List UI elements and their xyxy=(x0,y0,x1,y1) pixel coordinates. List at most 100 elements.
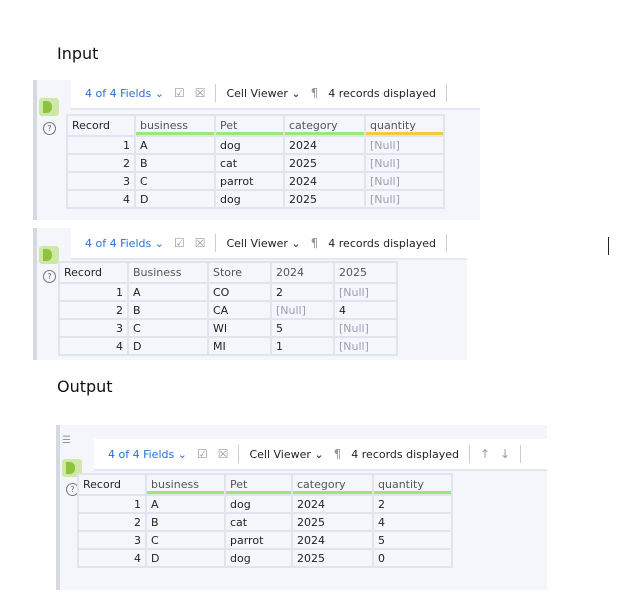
table-row[interactable]: 3 Cparrot 2024 5 xyxy=(79,532,451,548)
cell-viewer-dropdown[interactable]: Cell Viewer ⌄ xyxy=(226,237,300,250)
column-header-record[interactable]: Record xyxy=(79,475,145,494)
column-header-store[interactable]: Store xyxy=(209,263,270,282)
column-header-record[interactable]: Record xyxy=(68,116,134,135)
record-number: 1 xyxy=(60,284,127,300)
column-header-quantity[interactable]: quantity xyxy=(374,475,451,494)
arrow-down-icon[interactable]: ↓ xyxy=(500,447,510,461)
toolbar-divider xyxy=(468,445,470,463)
column-header-pet[interactable]: Pet xyxy=(216,116,283,135)
column-header-business[interactable]: business xyxy=(147,475,224,494)
deselect-icon[interactable]: ☒ xyxy=(218,447,229,461)
table-row[interactable]: 4 Ddog 2025 0 xyxy=(79,550,451,566)
fields-dropdown[interactable]: 4 of 4 Fields ⌄ xyxy=(85,237,164,250)
table-row[interactable]: 1 A CO 2 [Null] xyxy=(60,284,396,300)
record-number: 2 xyxy=(79,514,145,530)
input-results-panel-1: ? 4 of 4 Fields ⌄ ☑ ☒ Cell Viewer ⌄ ¶ 4 record… xyxy=(33,80,480,220)
table-row[interactable]: 1 Adog 2024 2 xyxy=(79,496,451,512)
column-header-record[interactable]: Record xyxy=(60,263,127,282)
table-row[interactable]: 1 Adog 2024 [Null] xyxy=(68,137,443,153)
deselect-icon[interactable]: ☒ xyxy=(195,86,206,100)
check-all-icon[interactable]: ☑ xyxy=(197,447,208,461)
results-toolbar: 4 of 4 Fields ⌄ ☑ ☒ Cell Viewer ⌄ ¶ 4 records… xyxy=(71,228,467,260)
records-count: 4 records displayed xyxy=(328,236,436,250)
data-tag-icon[interactable] xyxy=(39,246,59,264)
toolbar-divider xyxy=(238,445,240,463)
help-icon[interactable]: ? xyxy=(43,270,56,283)
table-cell: D xyxy=(136,191,214,207)
header-row: Record business Pet category quantity xyxy=(79,475,451,494)
table-cell: B xyxy=(147,514,224,530)
table-cell: dog xyxy=(226,496,291,512)
column-header-category[interactable]: category xyxy=(293,475,372,494)
input-results-panel-2: ? 4 of 4 Fields ⌄ ☑ ☒ Cell Viewer ⌄ ¶ 4 record… xyxy=(33,228,467,360)
header-row: Record business Pet category quantity xyxy=(68,116,443,135)
table-cell: dog xyxy=(216,191,283,207)
table-cell: 2024 xyxy=(285,137,364,153)
table-cell: 2025 xyxy=(293,514,372,530)
output-heading: Output xyxy=(57,377,113,396)
table-row[interactable]: 4 Ddog 2025 [Null] xyxy=(68,191,443,207)
records-count: 4 records displayed xyxy=(351,447,459,461)
column-header-business[interactable]: Business xyxy=(129,263,207,282)
table-cell: 2024 xyxy=(285,173,364,189)
cell-viewer-dropdown[interactable]: Cell Viewer ⌄ xyxy=(226,87,300,100)
results-toolbar: 4 of 4 Fields ⌄ ☑ ☒ Cell Viewer ⌄ ¶ 4 records… xyxy=(71,80,480,110)
record-number: 3 xyxy=(68,173,134,189)
table-cell: 4 xyxy=(335,302,396,318)
pilcrow-icon[interactable]: ¶ xyxy=(334,447,342,461)
table-cell: parrot xyxy=(216,173,283,189)
table-cell: 2 xyxy=(374,496,451,512)
table-cell: WI xyxy=(209,320,270,336)
table-row[interactable]: 2 B CA [Null] 4 xyxy=(60,302,396,318)
table-cell: C xyxy=(147,532,224,548)
record-number: 2 xyxy=(68,155,134,171)
table-cell: B xyxy=(129,302,207,318)
column-header-pet[interactable]: Pet xyxy=(226,475,291,494)
table-cell: [Null] xyxy=(335,284,396,300)
table-cell: 0 xyxy=(374,550,451,566)
table-cell: [Null] xyxy=(366,155,443,171)
record-number: 4 xyxy=(60,338,127,354)
table-cell: [Null] xyxy=(366,191,443,207)
fields-dropdown[interactable]: 4 of 4 Fields ⌄ xyxy=(108,448,187,461)
text-cursor xyxy=(608,237,609,255)
table-cell: 5 xyxy=(272,320,333,336)
results-toolbar: 4 of 4 Fields ⌄ ☑ ☒ Cell Viewer ⌄ ¶ 4 records… xyxy=(94,439,547,471)
table-row[interactable]: 2 Bcat 2025 [Null] xyxy=(68,155,443,171)
column-header-2025[interactable]: 2025 xyxy=(335,263,396,282)
help-icon[interactable]: ? xyxy=(43,122,56,135)
table-row[interactable]: 3 Cparrot 2024 [Null] xyxy=(68,173,443,189)
toolbar-divider xyxy=(520,445,522,463)
pilcrow-icon[interactable]: ¶ xyxy=(311,86,319,100)
check-all-icon[interactable]: ☑ xyxy=(174,86,185,100)
table-cell: [Null] xyxy=(366,173,443,189)
results-table: Record Business Store 2024 2025 1 A CO 2 [Null] 2 B… xyxy=(58,261,398,356)
fields-dropdown[interactable]: 4 of 4 Fields ⌄ xyxy=(85,87,164,100)
table-row[interactable]: 4 D MI 1 [Null] xyxy=(60,338,396,354)
toolbar-divider xyxy=(445,84,447,102)
table-row[interactable]: 2 Bcat 2025 4 xyxy=(79,514,451,530)
record-number: 3 xyxy=(60,320,127,336)
record-number: 1 xyxy=(68,137,134,153)
column-header-2024[interactable]: 2024 xyxy=(272,263,333,282)
arrow-up-icon[interactable]: ↑ xyxy=(480,447,490,461)
column-header-business[interactable]: business xyxy=(136,116,214,135)
deselect-icon[interactable]: ☒ xyxy=(195,236,206,250)
table-cell: 2025 xyxy=(293,550,372,566)
check-all-icon[interactable]: ☑ xyxy=(174,236,185,250)
record-number: 1 xyxy=(79,496,145,512)
record-number: 3 xyxy=(79,532,145,548)
table-cell: CO xyxy=(209,284,270,300)
column-header-quantity[interactable]: quantity xyxy=(366,116,443,135)
toolbar-divider xyxy=(215,234,217,252)
table-cell: D xyxy=(129,338,207,354)
data-tag-icon[interactable] xyxy=(39,98,59,116)
pilcrow-icon[interactable]: ¶ xyxy=(311,236,319,250)
table-cell: parrot xyxy=(226,532,291,548)
cell-viewer-dropdown[interactable]: Cell Viewer ⌄ xyxy=(249,448,323,461)
column-header-category[interactable]: category xyxy=(285,116,364,135)
table-row[interactable]: 3 C WI 5 [Null] xyxy=(60,320,396,336)
list-icon[interactable]: ☰ xyxy=(62,435,71,446)
table-cell: C xyxy=(136,173,214,189)
records-count: 4 records displayed xyxy=(328,86,436,100)
